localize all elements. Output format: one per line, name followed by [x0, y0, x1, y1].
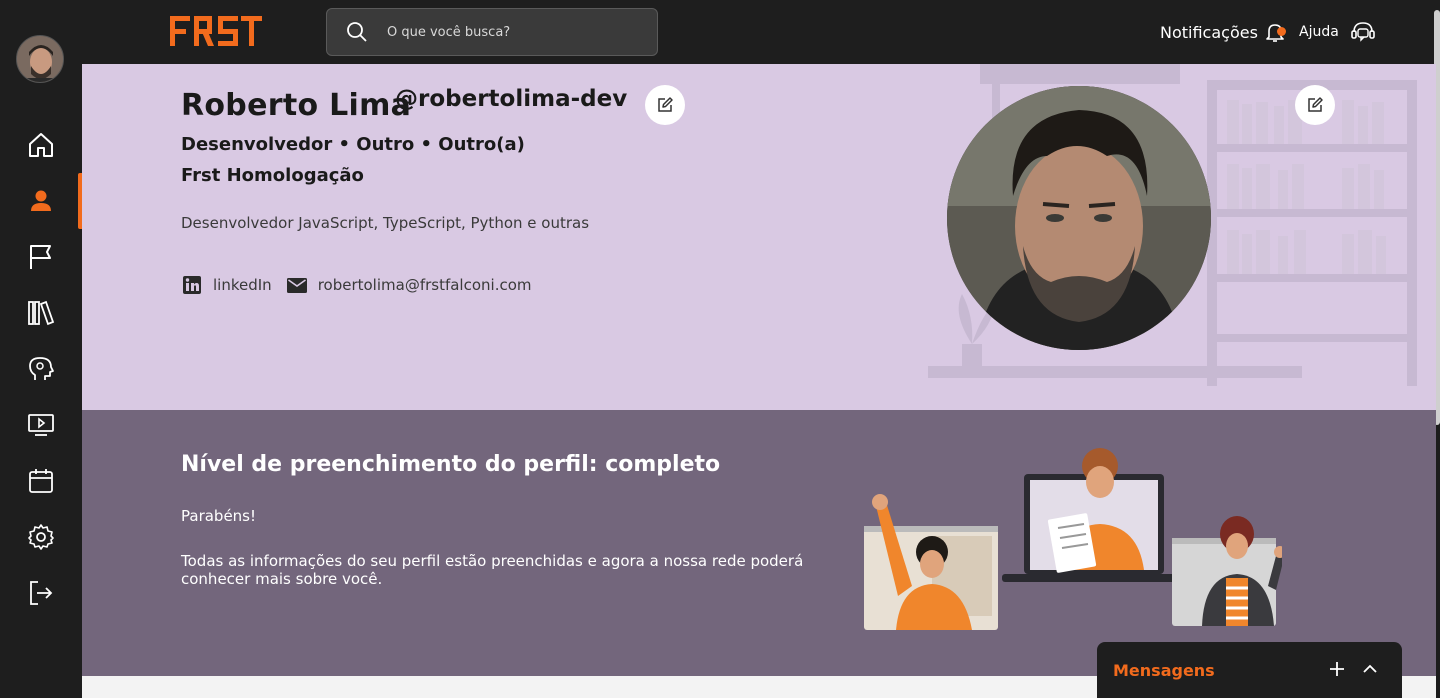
messages-widget[interactable]: Mensagens — [1097, 642, 1402, 698]
profile-completion-section: Nível de preenchimento do perfil: comple… — [82, 410, 1436, 676]
sidebar — [0, 0, 82, 698]
profile-banner: Roberto Lima @robertolima-dev Desenvolve… — [82, 64, 1436, 410]
new-message-plus-icon[interactable] — [1326, 658, 1348, 680]
sidebar-item-profile[interactable] — [0, 173, 82, 229]
bell-icon — [1264, 21, 1286, 43]
headset-chat-icon — [1351, 22, 1375, 42]
avatar-image — [17, 36, 63, 82]
linkedin-icon — [183, 276, 201, 294]
play-screen-icon — [28, 414, 54, 436]
gear-icon — [28, 524, 54, 550]
sidebar-item-settings[interactable] — [0, 514, 82, 560]
sidebar-item-mind[interactable] — [0, 346, 82, 392]
completion-title: Nível de preenchimento do perfil: comple… — [181, 452, 721, 477]
notifications-label: Notificações — [1160, 22, 1258, 42]
profile-handle: @robertolima-dev — [395, 86, 628, 112]
profile-bio: Desenvolvedor JavaScript, TypeScript, Py… — [181, 214, 590, 232]
brain-head-icon — [29, 357, 54, 380]
search-input[interactable] — [387, 24, 627, 40]
sidebar-item-goals[interactable] — [0, 234, 82, 280]
logout-icon — [30, 581, 53, 605]
frst-logo[interactable] — [170, 16, 262, 48]
sidebar-item-logout[interactable] — [0, 570, 82, 616]
completion-message: Todas as informações do seu perfil estão… — [181, 552, 804, 588]
notifications-button[interactable]: Notificações — [1160, 20, 1286, 44]
profile-photo[interactable] — [947, 86, 1211, 350]
profile-company: Frst Homologação — [181, 165, 364, 186]
sidebar-item-calendar[interactable] — [0, 458, 82, 504]
search-icon — [347, 22, 367, 42]
profile-role: Desenvolvedor • Outro • Outro(a) — [181, 134, 525, 155]
notification-dot — [1276, 27, 1286, 36]
help-label: Ajuda — [1299, 24, 1339, 40]
email-link[interactable]: robertolima@frstfalconi.com — [318, 276, 532, 294]
books-icon — [28, 300, 55, 326]
linkedin-link[interactable]: linkedIn — [213, 276, 272, 294]
edit-profile-info-button[interactable] — [645, 85, 685, 125]
sidebar-item-library[interactable] — [0, 290, 82, 336]
messages-title: Mensagens — [1113, 661, 1215, 680]
top-bar: Notificações Ajuda — [82, 0, 1440, 64]
completion-congrats: Parabéns! — [181, 507, 257, 525]
home-icon — [29, 133, 53, 157]
edit-icon — [658, 97, 673, 112]
edit-cover-button[interactable] — [1295, 85, 1335, 125]
search-box[interactable] — [326, 8, 658, 56]
edit-icon — [1308, 97, 1323, 112]
profile-contacts: linkedIn robertolima@frstfalconi.com — [181, 274, 532, 296]
flag-icon — [30, 245, 51, 269]
calendar-icon — [29, 469, 53, 493]
profile-name: Roberto Lima — [181, 88, 412, 123]
chevron-up-icon[interactable] — [1359, 658, 1381, 680]
profile-photo-image — [947, 86, 1211, 350]
sidebar-item-home[interactable] — [0, 122, 82, 168]
mail-icon — [286, 278, 307, 293]
avatar[interactable] — [16, 35, 64, 83]
help-button[interactable]: Ajuda — [1299, 18, 1377, 46]
video-call-illustration — [864, 448, 1282, 630]
user-icon — [31, 190, 51, 211]
sidebar-item-videos[interactable] — [0, 402, 82, 448]
